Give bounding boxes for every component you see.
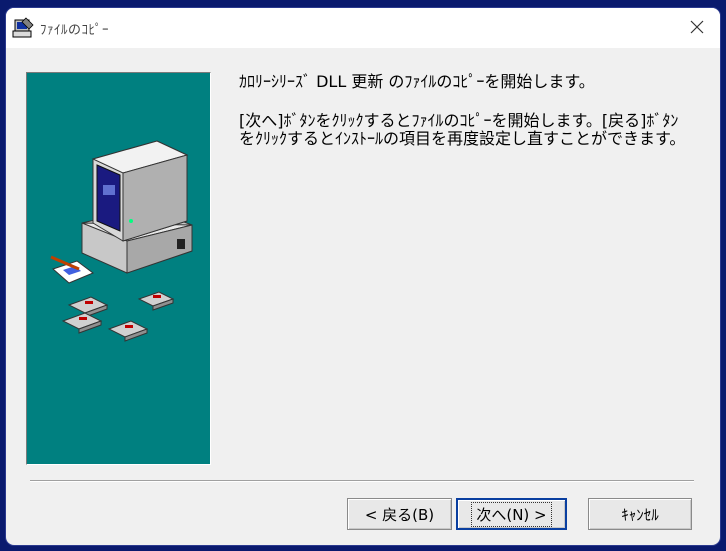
dialog-description: [次へ]ﾎﾞﾀﾝをｸﾘｯｸするとﾌｧｲﾙのｺﾋﾟｰを開始します。[戻る]ﾎﾞﾀﾝ… <box>239 111 686 148</box>
window-title: ﾌｧｲﾙのｺﾋﾟｰ <box>40 23 110 38</box>
back-button[interactable]: < 戻る(B) <box>347 498 452 530</box>
computer-with-disks-illustration <box>50 140 193 342</box>
cancel-button[interactable]: ｷｬﾝｾﾙ <box>588 498 692 530</box>
next-button-label: 次へ(N) > <box>471 501 552 527</box>
button-divider <box>30 480 694 482</box>
close-button[interactable] <box>674 8 720 48</box>
setup-icon <box>12 17 34 39</box>
dialog-heading: ｶﾛﾘｰｼﾘｰｽﾞ DLL 更新 のﾌｧｲﾙのｺﾋﾟｰを開始します。 <box>239 72 595 91</box>
title-bar: ﾌｧｲﾙのｺﾋﾟｰ <box>6 8 720 48</box>
close-icon <box>690 19 704 38</box>
next-button[interactable]: 次へ(N) > <box>456 498 567 530</box>
illustration-panel <box>26 72 211 465</box>
dialog-window: ﾌｧｲﾙのｺﾋﾟｰ ｶﾛﾘｰｼﾘｰｽﾞ DLL 更新 のﾌｧｲﾙのｺﾋﾟｰを開始… <box>6 8 720 545</box>
